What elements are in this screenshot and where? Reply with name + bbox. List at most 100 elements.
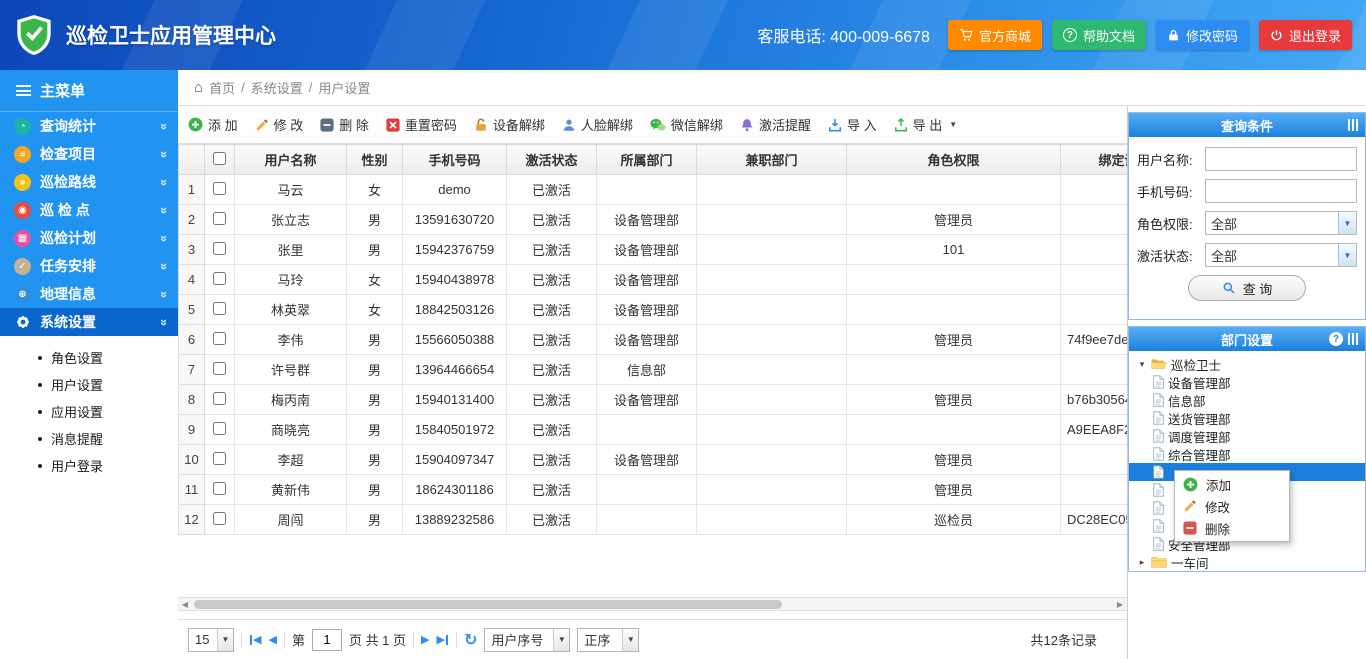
sidebar-subitem-3[interactable]: 应用设置 <box>0 398 178 425</box>
select-all-checkbox[interactable] <box>213 152 226 165</box>
sidebar-subitem-1[interactable]: 角色设置 <box>0 344 178 371</box>
toolbar-edit-button[interactable]: 修 改 <box>255 115 304 134</box>
row-checkbox[interactable] <box>213 182 226 195</box>
toolbar-import-button[interactable]: 导 入 <box>828 115 877 134</box>
column-header-5[interactable]: 所属部门 <box>597 145 697 175</box>
toolbar-delete-button[interactable]: 删 除 <box>320 115 369 134</box>
sidebar-item-6[interactable]: ✓任务安排» <box>0 252 178 280</box>
row-checkbox[interactable] <box>213 242 226 255</box>
row-checkbox[interactable] <box>213 452 226 465</box>
sort-order-select[interactable]: 正序 ▼ <box>577 628 639 652</box>
column-header-6[interactable]: 兼职部门 <box>697 145 847 175</box>
page-label-suffix: 页 共 1 页 <box>349 630 406 649</box>
change-password-button[interactable]: 修改密码 <box>1156 20 1249 50</box>
sidebar-item-5[interactable]: ▦巡检计划» <box>0 224 178 252</box>
tree-node-dept[interactable]: 综合管理部 <box>1129 445 1365 463</box>
user-table: 用户名称性别手机号码激活状态所属部门兼职部门角色权限绑定设备1马云女demo已激… <box>178 144 1127 535</box>
sidebar-item-7[interactable]: ⊕地理信息» <box>0 280 178 308</box>
sidebar-item-3[interactable]: »巡检路线» <box>0 168 178 196</box>
context-menu-add[interactable]: 添加 <box>1175 473 1289 495</box>
cell-parttime <box>697 415 847 445</box>
tree-node-root[interactable]: ▾巡检卫士 <box>1129 355 1365 373</box>
scroll-left-arrow-icon[interactable]: ◀ <box>178 598 192 610</box>
official-store-button[interactable]: 官方商城 <box>948 20 1042 50</box>
row-checkbox[interactable] <box>213 512 226 525</box>
tree-node-dept[interactable]: 信息部 <box>1129 391 1365 409</box>
sidebar-item-4[interactable]: ◉巡 检 点» <box>0 196 178 224</box>
row-checkbox[interactable] <box>213 212 226 225</box>
tree-caret-icon[interactable]: ▾ <box>1137 359 1147 370</box>
page-number-input[interactable] <box>312 629 342 651</box>
phone-input[interactable] <box>1205 179 1357 203</box>
row-checkbox[interactable] <box>213 362 226 375</box>
sidebar-subitem-4[interactable]: 消息提醒 <box>0 425 178 452</box>
row-checkbox[interactable] <box>213 422 226 435</box>
prev-page-button[interactable]: ◀ <box>268 633 276 646</box>
cell-status: 已激活 <box>507 265 597 295</box>
toolbar-reset-password-button[interactable]: 重置密码 <box>386 115 457 134</box>
row-checkbox[interactable] <box>213 482 226 495</box>
toolbar-face-unbind-button[interactable]: 人脸解绑 <box>562 115 633 134</box>
scroll-right-arrow-icon[interactable]: ▶ <box>1113 598 1127 610</box>
role-select[interactable]: 全部 ▼ <box>1205 211 1357 235</box>
column-header-7[interactable]: 角色权限 <box>847 145 1061 175</box>
chevron-double-down-icon: » <box>157 206 172 213</box>
bullet-icon <box>38 356 42 360</box>
column-header-8[interactable]: 绑定设备 <box>1061 145 1128 175</box>
sort-field-select[interactable]: 用户序号 ▼ <box>484 628 570 652</box>
cell-role <box>847 415 1061 445</box>
tree-node-dept[interactable]: 设备管理部 <box>1129 373 1365 391</box>
tree-node-workshop[interactable]: ▸一车间 <box>1129 553 1365 571</box>
tree-caret-icon[interactable]: ▸ <box>1137 557 1147 568</box>
status-select[interactable]: 全部 ▼ <box>1205 243 1357 267</box>
cell-gender: 男 <box>347 205 403 235</box>
column-header-3[interactable]: 手机号码 <box>403 145 507 175</box>
sidebar-item-8[interactable]: 系统设置» <box>0 308 178 336</box>
chevron-down-icon: ▼ <box>1338 244 1356 266</box>
toolbar-add-button[interactable]: 添 加 <box>188 115 238 134</box>
refresh-icon[interactable]: ↻ <box>464 630 477 650</box>
sidebar-subitem-2[interactable]: 用户设置 <box>0 371 178 398</box>
row-checkbox[interactable] <box>213 272 226 285</box>
next-page-button[interactable]: ▶ <box>421 633 429 646</box>
toolbar-activation-reminder-button[interactable]: 激活提醒 <box>740 115 811 134</box>
toolbar-export-button[interactable]: 导 出▼ <box>894 115 958 134</box>
context-menu-edit[interactable]: 修改 <box>1175 495 1289 517</box>
table-row: 9商晓亮男15840501972已激活A9EEA8F2- <box>179 415 1128 445</box>
row-checkbox[interactable] <box>213 302 226 315</box>
breadcrumb-home[interactable]: 首页 <box>209 78 235 97</box>
collapse-icon[interactable] <box>1348 119 1360 131</box>
context-menu-delete[interactable]: 删除 <box>1175 517 1289 539</box>
toolbar-device-unbind-button[interactable]: 设备解绑 <box>474 115 545 134</box>
help-icon[interactable]: ? <box>1329 332 1343 346</box>
column-header-2[interactable]: 性别 <box>347 145 403 175</box>
first-page-button[interactable]: ◀ <box>249 633 261 646</box>
tree-node-dept[interactable]: 调度管理部 <box>1129 427 1365 445</box>
username-input[interactable] <box>1205 147 1357 171</box>
sidebar-subitem-5[interactable]: 用户登录 <box>0 452 178 479</box>
horizontal-scrollbar[interactable]: ◀ ▶ <box>178 597 1127 611</box>
search-button[interactable]: 查 询 <box>1188 275 1306 301</box>
person-icon <box>562 118 576 132</box>
page-size-select[interactable]: 15 ▼ <box>188 628 234 652</box>
horizontal-scrollbar-thumb[interactable] <box>194 600 782 609</box>
service-phone: 客服电话: 400-009-6678 <box>757 23 930 47</box>
cell-name: 张立志 <box>235 205 347 235</box>
column-header-1[interactable]: 用户名称 <box>235 145 347 175</box>
help-docs-button[interactable]: 帮助文档 <box>1052 20 1146 50</box>
sidebar-submenu: 角色设置用户设置应用设置消息提醒用户登录 <box>0 336 178 487</box>
breadcrumb-system-settings[interactable]: 系统设置 <box>251 78 303 97</box>
last-page-button[interactable]: ▶ <box>437 633 449 646</box>
collapse-icon[interactable] <box>1348 333 1360 345</box>
logout-button[interactable]: 退出登录 <box>1259 20 1352 50</box>
toolbar-wechat-unbind-button[interactable]: 微信解绑 <box>650 115 723 134</box>
sidebar-item-2[interactable]: ≡检查项目» <box>0 140 178 168</box>
home-icon[interactable]: ⌂ <box>194 79 203 96</box>
tree-node-dept[interactable]: 送货管理部 <box>1129 409 1365 427</box>
row-checkbox[interactable] <box>213 392 226 405</box>
sidebar-item-1[interactable]: ◔查询统计» <box>0 112 178 140</box>
breadcrumb-user-settings: 用户设置 <box>318 78 370 97</box>
column-header-4[interactable]: 激活状态 <box>507 145 597 175</box>
minus-square-icon <box>320 118 334 132</box>
row-checkbox[interactable] <box>213 332 226 345</box>
